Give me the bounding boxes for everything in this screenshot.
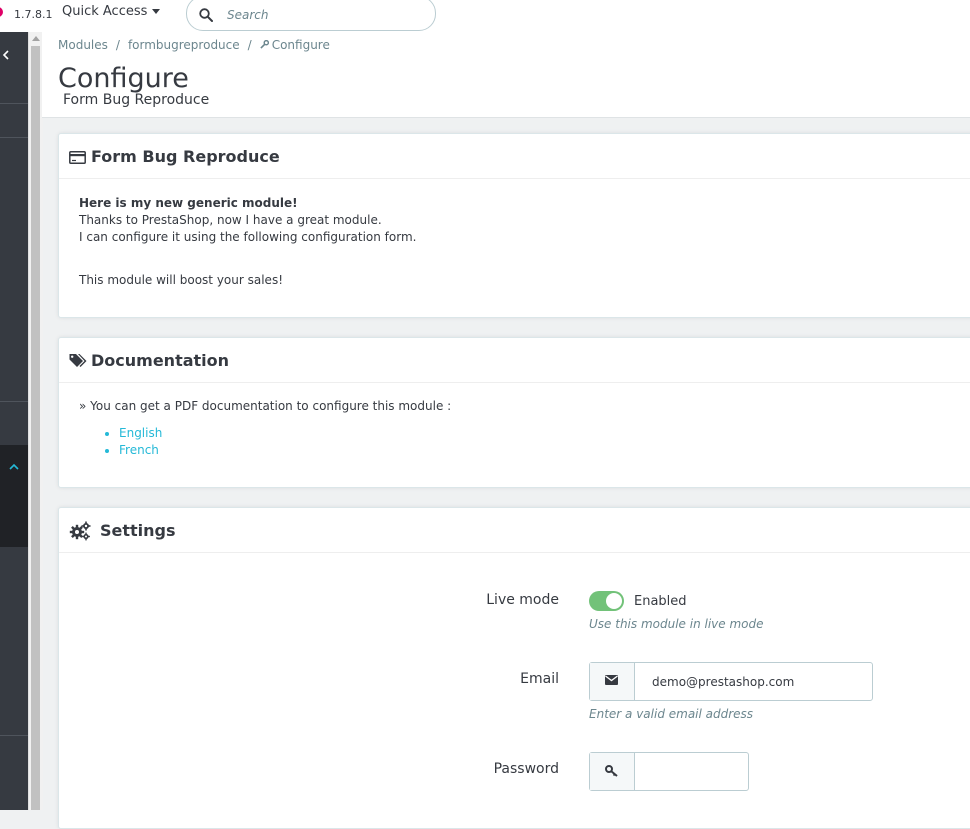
logo-icon[interactable] bbox=[0, 7, 3, 17]
panel-heading: Settings bbox=[59, 508, 970, 553]
module-intro-panel: Form Bug Reproduce Here is my new generi… bbox=[58, 133, 970, 318]
scrollbar-thumb[interactable] bbox=[31, 46, 40, 810]
intro-line: This module will boost your sales! bbox=[79, 273, 284, 287]
breadcrumb: Modules / formbugreproduce / Configure bbox=[58, 38, 330, 52]
caret-down-icon bbox=[152, 9, 161, 14]
breadcrumb-current: Configure bbox=[271, 38, 330, 52]
password-label: Password bbox=[493, 761, 559, 777]
search-box[interactable] bbox=[186, 0, 436, 31]
search-input[interactable] bbox=[225, 5, 419, 25]
version-label: 1.7.8.1 bbox=[14, 8, 53, 21]
sidebar-divider bbox=[0, 401, 28, 402]
intro-headline: Here is my new generic module! bbox=[79, 196, 298, 210]
search-icon[interactable] bbox=[199, 7, 213, 26]
scrollbar[interactable] bbox=[28, 32, 43, 810]
panel-title: Settings bbox=[100, 521, 176, 540]
intro-line: I can configure it using the following c… bbox=[79, 230, 417, 244]
breadcrumb-module[interactable]: formbugreproduce bbox=[128, 38, 240, 52]
password-field[interactable] bbox=[642, 762, 746, 782]
email-field[interactable] bbox=[650, 672, 874, 692]
list-item: English bbox=[119, 425, 162, 442]
panel-title: Documentation bbox=[91, 351, 230, 370]
settings-panel: Settings Live mode Enabled Use this modu… bbox=[58, 507, 970, 829]
cogs-icon bbox=[69, 521, 91, 545]
live-mode-toggle[interactable] bbox=[589, 591, 624, 611]
panel-heading: Form Bug Reproduce bbox=[59, 134, 970, 179]
email-help: Enter a valid email address bbox=[589, 707, 754, 721]
panel-title: Form Bug Reproduce bbox=[91, 147, 280, 166]
page-title: Configure bbox=[58, 63, 189, 94]
sidebar-divider bbox=[0, 103, 28, 104]
credit-card-icon bbox=[69, 149, 86, 168]
quick-access-label: Quick Access bbox=[62, 4, 148, 19]
tags-icon bbox=[69, 353, 87, 372]
page-subtitle: Form Bug Reproduce bbox=[63, 92, 210, 108]
documentation-text: » You can get a PDF documentation to con… bbox=[79, 399, 452, 413]
scroll-up-arrow-icon[interactable] bbox=[32, 36, 40, 41]
email-label: Email bbox=[520, 671, 559, 687]
live-mode-help: Use this module in live mode bbox=[589, 617, 764, 631]
intro-line: Thanks to PrestaShop, now I have a great… bbox=[79, 213, 382, 227]
live-mode-state: Enabled bbox=[634, 594, 687, 609]
sidebar bbox=[0, 32, 28, 810]
chevron-up-icon[interactable] bbox=[8, 456, 20, 475]
password-input-group bbox=[589, 752, 749, 791]
list-item: French bbox=[119, 442, 162, 459]
sidebar-divider bbox=[0, 735, 28, 736]
doc-link-english[interactable]: English bbox=[119, 426, 162, 440]
breadcrumb-modules[interactable]: Modules bbox=[58, 38, 108, 52]
toggle-knob bbox=[606, 593, 622, 609]
password-addon bbox=[590, 753, 635, 790]
live-mode-label: Live mode bbox=[486, 592, 559, 608]
page-header: Modules / formbugreproduce / Configure Confi… bbox=[42, 32, 970, 118]
panel-heading: Documentation bbox=[59, 338, 970, 383]
sidebar-divider bbox=[0, 137, 28, 138]
header-bar: 1.7.8.1 Quick Access bbox=[0, 0, 970, 32]
email-input-group bbox=[589, 662, 874, 701]
collapse-sidebar-icon[interactable] bbox=[2, 46, 10, 65]
doc-link-french[interactable]: French bbox=[119, 443, 159, 457]
wrench-icon bbox=[260, 38, 269, 52]
quick-access-dropdown[interactable]: Quick Access bbox=[62, 4, 161, 19]
documentation-panel: Documentation » You can get a PDF docume… bbox=[58, 337, 970, 488]
documentation-links: English French bbox=[99, 425, 162, 459]
email-addon bbox=[590, 663, 635, 700]
